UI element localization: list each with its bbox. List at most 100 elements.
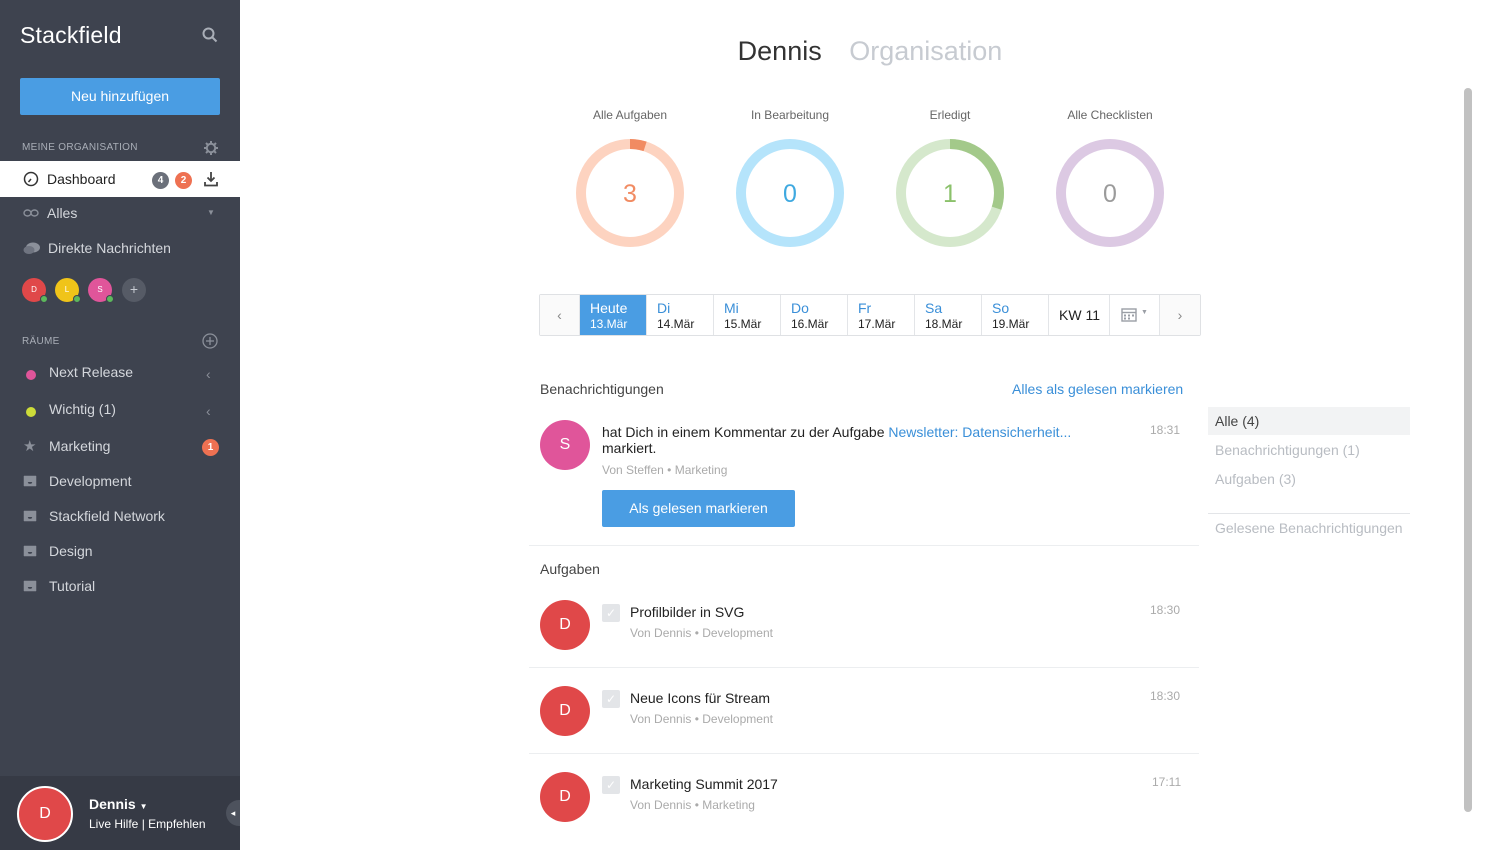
task-meta: Von Dennis • Development	[630, 626, 773, 640]
task-title[interactable]: Neue Icons für Stream	[630, 690, 770, 706]
sidebar-item-next-release[interactable]: Next Release ‹	[0, 358, 240, 388]
day-thu[interactable]: Do 16.Mär	[781, 295, 848, 335]
day-name: Fr	[858, 300, 872, 316]
divider	[529, 753, 1199, 754]
divider	[529, 545, 1199, 546]
stat-done[interactable]: Erledigt 1	[880, 108, 1020, 247]
user-menu[interactable]: Dennis ▼	[89, 796, 148, 812]
sidebar-item-all[interactable]: Alles ▼	[0, 199, 240, 229]
tab-organisation[interactable]: Organisation	[849, 36, 1002, 66]
stat-value: 0	[783, 180, 797, 208]
view-tabs: Dennis Organisation	[0, 36, 1500, 67]
task-checkbox[interactable]: ✓	[602, 690, 620, 708]
caret-down-icon: ▼	[1141, 309, 1148, 316]
notification-text: markiert.	[602, 440, 657, 456]
day-today[interactable]: Heute 13.Mär	[580, 295, 647, 335]
day-name: Do	[791, 300, 809, 316]
chevron-left-icon[interactable]: ‹	[206, 403, 211, 419]
room-color-dot	[26, 407, 36, 417]
day-date: 16.Mär	[791, 317, 829, 331]
avatar[interactable]: D	[540, 772, 590, 822]
add-member-button[interactable]: +	[122, 278, 146, 302]
add-room-icon[interactable]	[202, 333, 218, 349]
chevron-left-icon[interactable]: ‹	[540, 295, 580, 335]
caret-down-icon: ▼	[139, 802, 148, 811]
stat-all-checklists[interactable]: Alle Checklisten 0	[1040, 108, 1180, 247]
sidebar-item-label: Tutorial	[49, 578, 96, 594]
stat-value: 3	[623, 180, 637, 208]
task-title[interactable]: Marketing Summit 2017	[630, 776, 778, 792]
help-links[interactable]: Live Hilfe | Empfehlen	[89, 817, 206, 831]
day-date: 19.Mär	[992, 317, 1030, 331]
tab-dennis[interactable]: Dennis	[738, 36, 822, 66]
sidebar-item-design[interactable]: Design	[0, 537, 240, 567]
calendar-picker[interactable]: ▼	[1110, 295, 1160, 335]
sidebar-item-wichtig[interactable]: Wichtig (1) ‹	[0, 395, 240, 425]
room-color-dot	[26, 370, 36, 380]
stat-in-progress[interactable]: In Bearbeitung 0	[720, 108, 860, 247]
online-indicator	[40, 295, 48, 303]
day-name: Di	[657, 300, 671, 316]
sidebar: Stackfield Neu hinzufügen MEINE ORGANISA…	[0, 0, 240, 850]
day-sun[interactable]: So 19.Mär	[982, 295, 1049, 335]
avatar[interactable]: D	[540, 686, 590, 736]
task-title[interactable]: Profilbilder in SVG	[630, 604, 744, 620]
filter-all[interactable]: Alle (4)	[1208, 407, 1410, 435]
sidebar-item-development[interactable]: Development	[0, 467, 240, 497]
sidebar-item-marketing[interactable]: ★ Marketing 1	[0, 432, 240, 462]
sidebar-item-direct-messages[interactable]: Direkte Nachrichten	[0, 234, 240, 264]
mark-read-button[interactable]: Als gelesen markieren	[602, 490, 795, 527]
tasks-title: Aufgaben	[540, 561, 600, 577]
avatar[interactable]: D	[540, 600, 590, 650]
sidebar-item-label: Direkte Nachrichten	[48, 240, 171, 256]
avatar[interactable]: D	[22, 278, 48, 303]
sidebar-item-label: Alles	[47, 205, 78, 221]
mark-all-read-link[interactable]: Alles als gelesen markieren	[1012, 381, 1183, 397]
add-new-button[interactable]: Neu hinzufügen	[20, 78, 220, 115]
day-tue[interactable]: Di 14.Mär	[647, 295, 714, 335]
week-label: KW 11	[1059, 307, 1100, 323]
online-indicator	[106, 295, 114, 303]
avatar[interactable]: L	[55, 278, 81, 303]
avatar-initial: D	[31, 285, 37, 294]
day-sat[interactable]: Sa 18.Mär	[915, 295, 982, 335]
caret-down-icon[interactable]: ▼	[207, 208, 215, 217]
task-link[interactable]: Newsletter: Datensicherheit...	[888, 424, 1071, 440]
avatar-initial: S	[97, 285, 103, 294]
user-name: Dennis	[89, 796, 136, 812]
user-avatar[interactable]: D	[17, 786, 73, 842]
gear-icon[interactable]	[203, 140, 219, 156]
stat-value: 0	[1103, 180, 1117, 208]
day-name: So	[992, 300, 1010, 316]
task-checkbox[interactable]: ✓	[602, 604, 620, 622]
stat-all-tasks[interactable]: Alle Aufgaben 3	[560, 108, 700, 247]
timestamp: 18:30	[1150, 603, 1181, 617]
star-icon: ★	[23, 438, 37, 455]
chevron-right-icon[interactable]: ›	[1160, 295, 1200, 335]
download-icon[interactable]	[203, 171, 219, 187]
filter-notifications[interactable]: Benachrichtigungen (1)	[1208, 436, 1410, 464]
notification-count-badge: 2	[175, 172, 192, 189]
sidebar-item-dashboard[interactable]: Dashboard 4 2	[0, 161, 240, 197]
day-name: Sa	[925, 300, 943, 316]
stat-title: Erledigt	[929, 108, 971, 122]
scrollbar[interactable]	[1464, 88, 1472, 812]
avatar[interactable]: S	[88, 278, 114, 303]
filter-read-notifications[interactable]: Gelesene Benachrichtigungen	[1208, 514, 1410, 542]
inbox-icon	[23, 475, 37, 487]
avatar-initial: L	[64, 285, 70, 294]
sidebar-item-tutorial[interactable]: Tutorial	[0, 572, 240, 602]
stat-title: Alle Checklisten	[1067, 108, 1153, 122]
timestamp: 17:11	[1152, 775, 1182, 789]
avatar[interactable]: S	[540, 420, 590, 470]
inbox-icon	[23, 580, 37, 592]
day-fri[interactable]: Fr 17.Mär	[848, 295, 915, 335]
collapse-sidebar-icon[interactable]: ◂	[226, 800, 240, 826]
unread-count-badge: 1	[202, 439, 219, 456]
sidebar-item-stackfield-network[interactable]: Stackfield Network	[0, 502, 240, 532]
filter-tasks[interactable]: Aufgaben (3)	[1208, 465, 1410, 493]
chat-icon	[23, 242, 40, 254]
task-checkbox[interactable]: ✓	[602, 776, 620, 794]
day-wed[interactable]: Mi 15.Mär	[714, 295, 781, 335]
chevron-left-icon[interactable]: ‹	[206, 366, 211, 382]
